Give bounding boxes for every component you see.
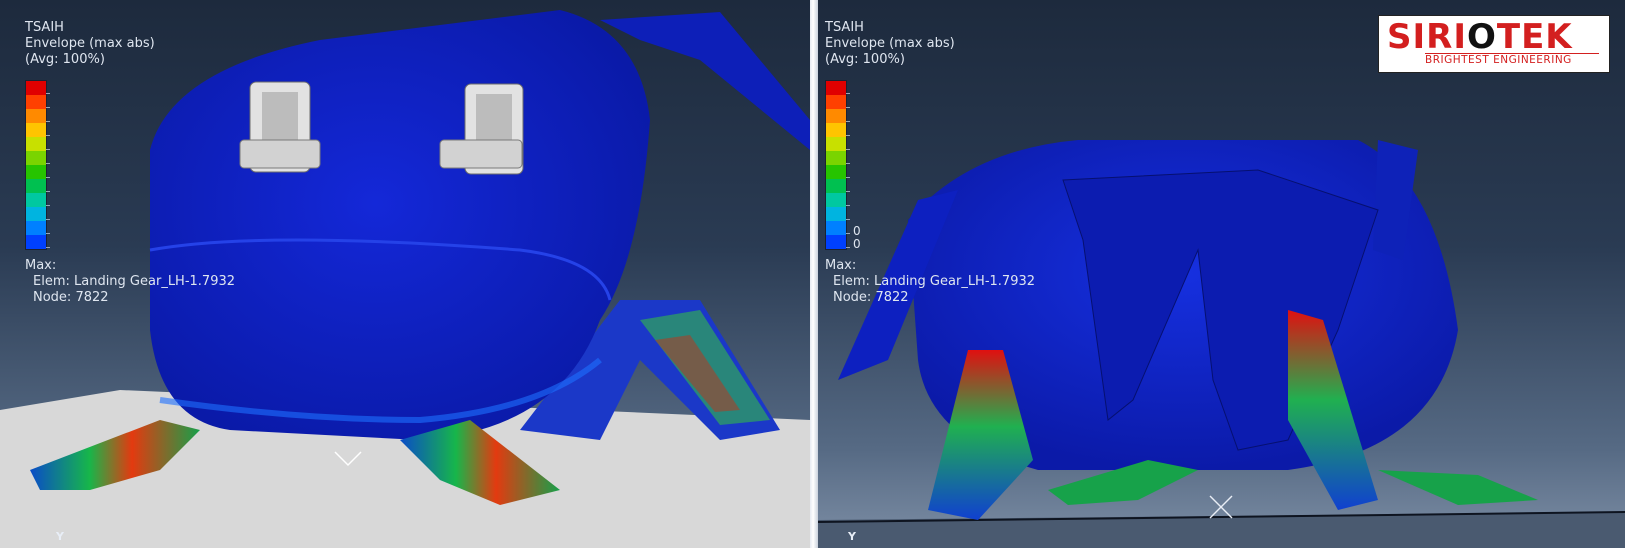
legend-swatch-11 — [26, 235, 46, 249]
legend-tick-6 — [846, 164, 850, 178]
legend-swatch-9 — [26, 207, 46, 221]
legend-swatch-7 — [826, 179, 846, 193]
legend-tick-7 — [846, 178, 850, 192]
legend-swatch-4 — [26, 137, 46, 151]
color-legend-ticks — [46, 80, 50, 248]
legend-envelope: Envelope (max abs) — [25, 36, 155, 51]
max-info: Max: Elem: Landing Gear_LH-1.7932 Node: … — [825, 258, 1035, 306]
color-legend-ticks — [846, 80, 850, 248]
engine-left — [239, 81, 321, 173]
legend-tick-7 — [46, 178, 50, 192]
legend-swatch-2 — [826, 109, 846, 123]
legend-swatch-6 — [26, 165, 46, 179]
legend-swatch-10 — [26, 221, 46, 235]
legend-swatch-0 — [26, 81, 46, 95]
legend-swatch-4 — [826, 137, 846, 151]
legend-value-0b: 0 — [853, 237, 861, 251]
sirotek-logo: SIRIOTEK BRIGHTEST ENGINEERING — [1378, 15, 1610, 73]
max-node: Node: 7822 — [33, 290, 109, 305]
axis-y-label: Y — [848, 530, 856, 543]
skid-right — [1378, 470, 1538, 505]
logo-tagline: BRIGHTEST ENGINEERING — [1425, 54, 1572, 66]
max-label: Max: — [25, 258, 57, 273]
legend-swatch-5 — [26, 151, 46, 165]
legend-tick-0 — [46, 80, 50, 94]
legend-variable: TSAIH — [825, 20, 864, 35]
legend-swatch-7 — [26, 179, 46, 193]
legend-swatch-8 — [26, 193, 46, 207]
legend-swatch-1 — [26, 95, 46, 109]
legend-value-0a: 0 — [853, 224, 861, 238]
stage: TSAIH Envelope (max abs) (Avg: 100%) Max… — [0, 0, 1625, 548]
legend-tick-11 — [846, 234, 850, 248]
legend-tick-2 — [46, 108, 50, 122]
legend-tick-3 — [846, 122, 850, 136]
axis-y-label: Y — [56, 530, 64, 543]
max-label: Max: — [825, 258, 857, 273]
viewport-right[interactable]: TSAIH Envelope (max abs) (Avg: 100%) 0 0… — [818, 0, 1625, 548]
legend-swatch-10 — [826, 221, 846, 235]
color-legend-bar — [25, 80, 47, 250]
legend-tick-11 — [46, 234, 50, 248]
legend-tick-4 — [846, 136, 850, 150]
legend-swatch-3 — [26, 123, 46, 137]
legend-variable: TSAIH — [25, 20, 64, 35]
legend-tick-9 — [846, 206, 850, 220]
max-node: Node: 7822 — [833, 290, 909, 305]
color-legend-bar — [825, 80, 847, 250]
triad-x — [1209, 495, 1233, 519]
max-elem: Elem: Landing Gear_LH-1.7932 — [833, 274, 1036, 289]
legend-tick-8 — [846, 192, 850, 206]
legend-tick-5 — [46, 150, 50, 164]
legend-tick-8 — [46, 192, 50, 206]
legend-tick-1 — [46, 94, 50, 108]
max-info: Max: Elem: Landing Gear_LH-1.7932 Node: … — [25, 258, 235, 306]
legend-avg: (Avg: 100%) — [825, 52, 905, 67]
legend-swatch-9 — [826, 207, 846, 221]
legend-avg: (Avg: 100%) — [25, 52, 105, 67]
legend-tick-1 — [846, 94, 850, 108]
max-elem: Elem: Landing Gear_LH-1.7932 — [33, 274, 236, 289]
legend-tick-6 — [46, 164, 50, 178]
legend-swatch-5 — [826, 151, 846, 165]
legend-swatch-1 — [826, 95, 846, 109]
legend-tick-10 — [46, 220, 50, 234]
legend-swatch-6 — [826, 165, 846, 179]
legend-swatch-0 — [826, 81, 846, 95]
legend-title: TSAIH Envelope (max abs) (Avg: 100%) — [825, 20, 955, 68]
logo-wordmark: SIRIOTEK — [1387, 17, 1573, 57]
legend-swatch-2 — [26, 109, 46, 123]
viewport-divider[interactable] — [810, 0, 818, 548]
legend-envelope: Envelope (max abs) — [825, 36, 955, 51]
legend-tick-10 — [846, 220, 850, 234]
legend-swatch-8 — [826, 193, 846, 207]
legend-swatch-3 — [826, 123, 846, 137]
legend-tick-3 — [46, 122, 50, 136]
legend-tick-2 — [846, 108, 850, 122]
legend-tick-0 — [846, 80, 850, 94]
legend-tick-4 — [46, 136, 50, 150]
legend-title: TSAIH Envelope (max abs) (Avg: 100%) — [25, 20, 155, 68]
legend-tick-9 — [46, 206, 50, 220]
legend-swatch-11 — [826, 235, 846, 249]
viewport-left[interactable]: TSAIH Envelope (max abs) (Avg: 100%) Max… — [0, 0, 810, 548]
legend-tick-5 — [846, 150, 850, 164]
